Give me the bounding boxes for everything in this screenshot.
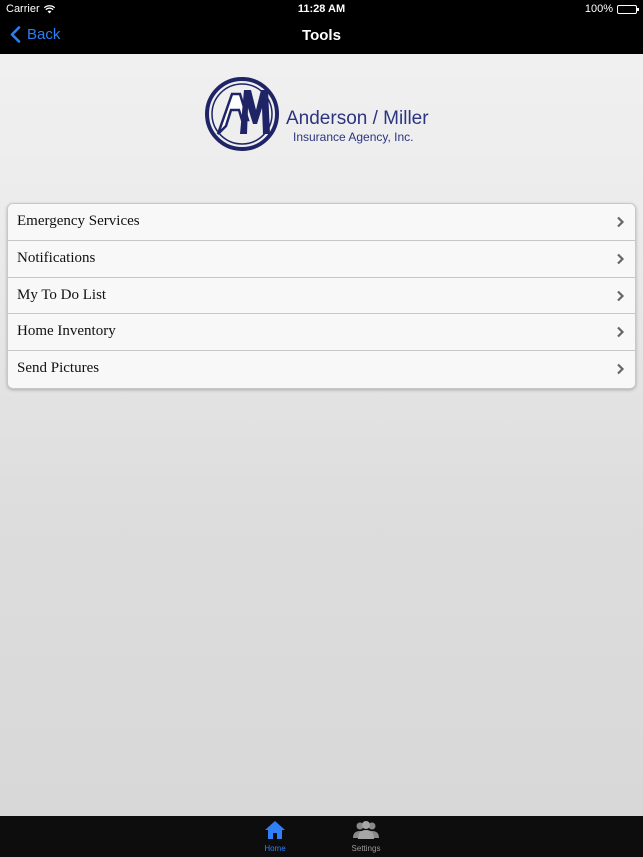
status-time: 11:28 AM bbox=[297, 3, 346, 15]
status-bar: Carrier 11:28 AM 100% bbox=[0, 0, 643, 18]
tab-bar: Home Settings bbox=[0, 816, 643, 857]
company-logo: Anderson / Miller Insurance Agency, Inc. bbox=[204, 76, 454, 156]
chevron-right-icon bbox=[617, 363, 625, 375]
tab-label: Settings bbox=[351, 844, 381, 853]
navigation-bar: Back Tools bbox=[0, 18, 643, 54]
battery-indicator: 100% bbox=[584, 3, 639, 15]
home-icon bbox=[265, 821, 285, 839]
menu-item-home-inventory[interactable]: Home Inventory bbox=[8, 314, 635, 352]
battery-percent: 100% bbox=[584, 3, 613, 15]
chevron-right-icon bbox=[617, 290, 625, 301]
tab-home[interactable]: Home bbox=[245, 820, 305, 853]
menu-item-label: Emergency Services bbox=[17, 213, 140, 229]
menu-item-label: Home Inventory bbox=[17, 323, 116, 340]
menu-item-label: My To Do List bbox=[17, 286, 107, 303]
tab-label: Home bbox=[264, 844, 286, 853]
menu-item-notifications[interactable]: Notifications bbox=[8, 240, 635, 278]
chevron-right-icon bbox=[617, 327, 625, 338]
menu-item-label: Send Pictures bbox=[17, 360, 100, 377]
tools-menu: Emergency Services Notifications My To D… bbox=[7, 203, 636, 389]
am-monogram-logo bbox=[205, 77, 279, 151]
battery-icon bbox=[617, 4, 639, 14]
users-icon bbox=[353, 821, 379, 839]
menu-item-send-pictures[interactable]: Send Pictures bbox=[8, 351, 635, 388]
main-content: Anderson / Miller Insurance Agency, Inc.… bbox=[0, 54, 643, 816]
menu-item-emergency-services[interactable]: Emergency Services bbox=[8, 204, 635, 241]
chevron-right-icon bbox=[617, 253, 625, 265]
menu-item-my-to-do-list[interactable]: My To Do List bbox=[8, 277, 635, 315]
page-title: Tools bbox=[302, 27, 341, 44]
company-name: Anderson / Miller bbox=[286, 108, 429, 129]
menu-item-label: Notifications bbox=[17, 249, 96, 266]
tab-settings[interactable]: Settings bbox=[336, 820, 396, 853]
company-subtitle: Insurance Agency, Inc. bbox=[293, 130, 414, 144]
chevron-right-icon bbox=[617, 216, 625, 228]
